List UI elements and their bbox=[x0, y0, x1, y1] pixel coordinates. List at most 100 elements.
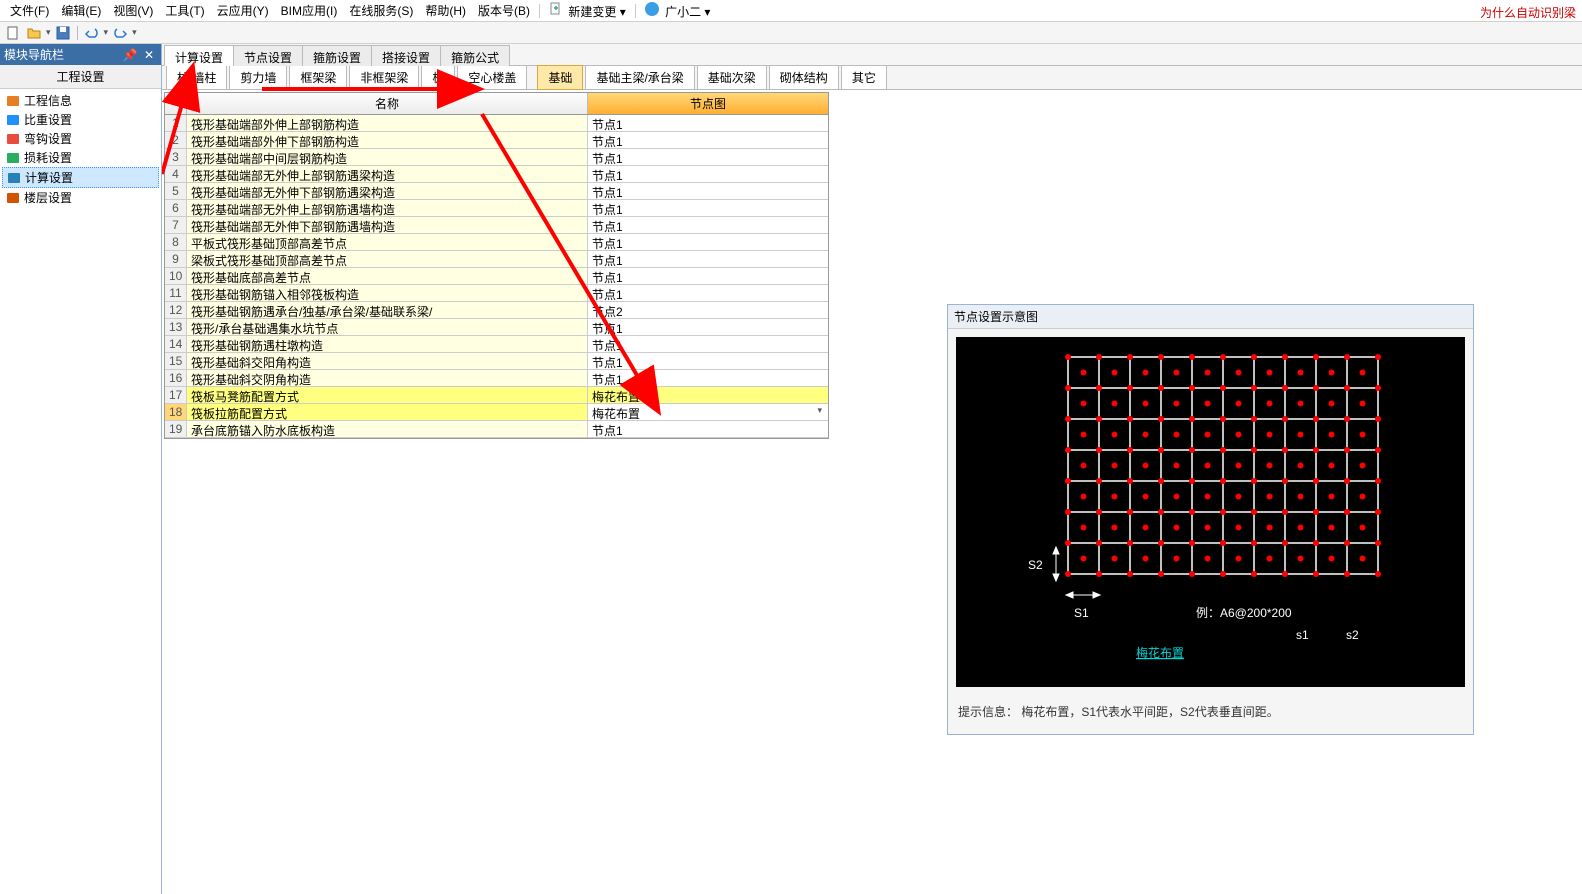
row-node[interactable]: 梅花布置▾ bbox=[588, 404, 828, 420]
table-row[interactable]: 4 筏形基础端部无外伸上部钢筋遇梁构造 节点1 bbox=[165, 166, 828, 183]
row-name[interactable]: 筏形/承台基础遇集水坑节点 bbox=[187, 319, 588, 335]
tab1-4[interactable]: 箍筋公式 bbox=[440, 45, 510, 66]
nav-subtitle[interactable]: 工程设置 bbox=[0, 65, 161, 89]
menu-help[interactable]: 帮助(H) bbox=[419, 0, 472, 21]
redo-button[interactable] bbox=[111, 24, 129, 42]
nav-item-4[interactable]: 计算设置 bbox=[2, 167, 159, 188]
table-row[interactable]: 14 筏形基础钢筋遇柱墩构造 节点1 bbox=[165, 336, 828, 353]
row-node[interactable]: 节点1 bbox=[588, 166, 828, 182]
nav-item-5[interactable]: 楼层设置 bbox=[2, 188, 159, 207]
table-row[interactable]: 12 筏形基础钢筋遇承台/独基/承台梁/基础联系梁/ 节点2 bbox=[165, 302, 828, 319]
row-name[interactable]: 筏形基础斜交阳角构造 bbox=[187, 353, 588, 369]
menu-online[interactable]: 在线服务(S) bbox=[343, 0, 419, 21]
tab2-4[interactable]: 板 bbox=[421, 65, 455, 90]
row-name[interactable]: 筏形基础端部无外伸下部钢筋遇梁构造 bbox=[187, 183, 588, 199]
row-name[interactable]: 筏形基础端部外伸上部钢筋构造 bbox=[187, 115, 588, 131]
menu-tools[interactable]: 工具(T) bbox=[159, 0, 210, 21]
tab2-6[interactable]: 基础 bbox=[537, 65, 583, 90]
table-row[interactable]: 13 筏形/承台基础遇集水坑节点 节点1 bbox=[165, 319, 828, 336]
tab2-9[interactable]: 砌体结构 bbox=[769, 65, 839, 90]
row-name[interactable]: 筏形基础端部无外伸下部钢筋遇墙构造 bbox=[187, 217, 588, 233]
table-row[interactable]: 1 筏形基础端部外伸上部钢筋构造 节点1 bbox=[165, 115, 828, 132]
tab2-3[interactable]: 非框架梁 bbox=[349, 65, 419, 90]
tab1-0[interactable]: 计算设置 bbox=[164, 45, 234, 66]
undo-button[interactable] bbox=[83, 24, 101, 42]
table-row[interactable]: 9 梁板式筏形基础顶部高差节点 节点1 bbox=[165, 251, 828, 268]
row-node[interactable]: 节点1 bbox=[588, 217, 828, 233]
row-node[interactable]: 节点1 bbox=[588, 319, 828, 335]
menu-view[interactable]: 视图(V) bbox=[107, 0, 159, 21]
row-node[interactable]: 节点1 bbox=[588, 200, 828, 216]
table-row[interactable]: 8 平板式筏形基础顶部高差节点 节点1 bbox=[165, 234, 828, 251]
tab2-8[interactable]: 基础次梁 bbox=[697, 65, 767, 90]
row-name[interactable]: 筏形基础端部无外伸上部钢筋遇墙构造 bbox=[187, 200, 588, 216]
table-row[interactable]: 16 筏形基础斜交阴角构造 节点1 bbox=[165, 370, 828, 387]
row-name[interactable]: 筏形基础端部无外伸上部钢筋遇梁构造 bbox=[187, 166, 588, 182]
open-button[interactable] bbox=[25, 24, 43, 42]
table-row[interactable]: 2 筏形基础端部外伸下部钢筋构造 节点1 bbox=[165, 132, 828, 149]
row-name[interactable]: 筏形基础端部外伸下部钢筋构造 bbox=[187, 132, 588, 148]
table-row[interactable]: 3 筏形基础端部中间层钢筋构造 节点1 bbox=[165, 149, 828, 166]
menu-bim[interactable]: BIM应用(I) bbox=[275, 0, 344, 21]
row-node[interactable]: 节点1 bbox=[588, 183, 828, 199]
row-name[interactable]: 筏形基础端部中间层钢筋构造 bbox=[187, 149, 588, 165]
row-node[interactable]: 节点1 bbox=[588, 370, 828, 386]
row-name[interactable]: 筏形基础钢筋遇柱墩构造 bbox=[187, 336, 588, 352]
close-icon[interactable]: ✕ bbox=[141, 48, 157, 62]
row-node[interactable]: 节点1 bbox=[588, 353, 828, 369]
user-menu[interactable]: 广小二 ▾ bbox=[639, 0, 717, 22]
menu-version[interactable]: 版本号(B) bbox=[472, 0, 536, 21]
menu-file[interactable]: 文件(F) bbox=[4, 0, 55, 21]
row-node[interactable]: 节点1 bbox=[588, 268, 828, 284]
right-note[interactable]: 为什么自动识别梁 bbox=[1480, 4, 1576, 21]
row-node[interactable]: 节点2 bbox=[588, 302, 828, 318]
row-node[interactable]: 节点1 bbox=[588, 234, 828, 250]
tab1-2[interactable]: 箍筋设置 bbox=[302, 45, 372, 66]
table-row[interactable]: 18 筏板拉筋配置方式 梅花布置▾ bbox=[165, 404, 828, 421]
tab2-10[interactable]: 其它 bbox=[841, 65, 887, 90]
row-name[interactable]: 筏形基础钢筋锚入相邻筏板构造 bbox=[187, 285, 588, 301]
new-change-button[interactable]: 新建变更 ▾ bbox=[543, 0, 632, 22]
col-node[interactable]: 节点图 bbox=[588, 93, 828, 114]
nav-item-3[interactable]: 损耗设置 bbox=[2, 148, 159, 167]
tab2-1[interactable]: 剪力墙 bbox=[229, 65, 287, 90]
dropdown-icon[interactable]: ▾ bbox=[817, 405, 822, 416]
tab1-3[interactable]: 搭接设置 bbox=[371, 45, 441, 66]
row-node[interactable]: 节点1 bbox=[588, 149, 828, 165]
tab1-1[interactable]: 节点设置 bbox=[233, 45, 303, 66]
table-row[interactable]: 11 筏形基础钢筋锚入相邻筏板构造 节点1 bbox=[165, 285, 828, 302]
row-name[interactable]: 筏板拉筋配置方式 bbox=[187, 404, 588, 420]
tab2-2[interactable]: 框架梁 bbox=[289, 65, 347, 90]
table-row[interactable]: 19 承台底筋锚入防水底板构造 节点1 bbox=[165, 421, 828, 438]
row-name[interactable]: 平板式筏形基础顶部高差节点 bbox=[187, 234, 588, 250]
tab2-7[interactable]: 基础主梁/承台梁 bbox=[585, 65, 694, 90]
save-button[interactable] bbox=[54, 24, 72, 42]
row-node[interactable]: 节点1 bbox=[588, 336, 828, 352]
row-name[interactable]: 承台底筋锚入防水底板构造 bbox=[187, 421, 588, 437]
row-name[interactable]: 筏形基础钢筋遇承台/独基/承台梁/基础联系梁/ bbox=[187, 302, 588, 318]
table-row[interactable]: 17 筏板马凳筋配置方式 梅花布置 bbox=[165, 387, 828, 404]
tab2-5[interactable]: 空心楼盖 bbox=[457, 65, 527, 90]
row-node[interactable]: 节点1 bbox=[588, 115, 828, 131]
row-name[interactable]: 梁板式筏形基础顶部高差节点 bbox=[187, 251, 588, 267]
nav-item-2[interactable]: 弯钩设置 bbox=[2, 129, 159, 148]
table-row[interactable]: 15 筏形基础斜交阳角构造 节点1 bbox=[165, 353, 828, 370]
row-node[interactable]: 节点1 bbox=[588, 285, 828, 301]
row-node[interactable]: 节点1 bbox=[588, 132, 828, 148]
table-row[interactable]: 7 筏形基础端部无外伸下部钢筋遇墙构造 节点1 bbox=[165, 217, 828, 234]
menu-cloud[interactable]: 云应用(Y) bbox=[211, 0, 275, 21]
nav-item-1[interactable]: 比重设置 bbox=[2, 110, 159, 129]
tab2-0[interactable]: 柱/墙柱 bbox=[166, 65, 227, 90]
new-file-button[interactable] bbox=[4, 24, 22, 42]
nav-item-0[interactable]: 工程信息 bbox=[2, 91, 159, 110]
table-row[interactable]: 10 筏形基础底部高差节点 节点1 bbox=[165, 268, 828, 285]
row-node[interactable]: 梅花布置 bbox=[588, 387, 828, 403]
pin-icon[interactable]: 📌 bbox=[123, 48, 138, 62]
row-node[interactable]: 节点1 bbox=[588, 251, 828, 267]
menu-edit[interactable]: 编辑(E) bbox=[55, 0, 107, 21]
table-row[interactable]: 5 筏形基础端部无外伸下部钢筋遇梁构造 节点1 bbox=[165, 183, 828, 200]
table-row[interactable]: 6 筏形基础端部无外伸上部钢筋遇墙构造 节点1 bbox=[165, 200, 828, 217]
row-name[interactable]: 筏形基础斜交阴角构造 bbox=[187, 370, 588, 386]
row-node[interactable]: 节点1 bbox=[588, 421, 828, 437]
row-name[interactable]: 筏形基础底部高差节点 bbox=[187, 268, 588, 284]
